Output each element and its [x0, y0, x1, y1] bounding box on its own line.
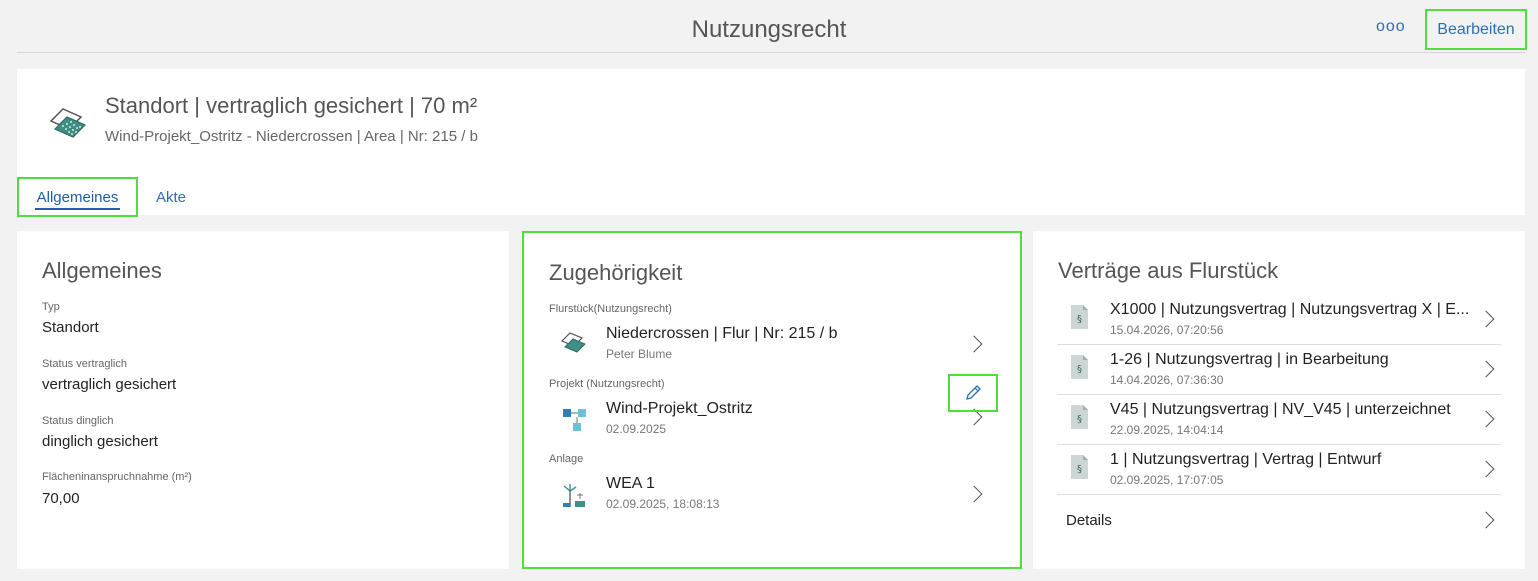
edit-relation-button[interactable]	[948, 374, 998, 412]
relation-title: Wind-Projekt_Ostritz	[606, 400, 753, 417]
details-label: Details	[1066, 512, 1112, 529]
chevron-right-icon	[1477, 360, 1495, 378]
contract-date: 22.09.2025, 14:04:14	[1110, 423, 1224, 437]
top-bar: Nutzungsrecht ooo Bearbeiten	[0, 0, 1538, 62]
page-title: Nutzungsrecht	[691, 16, 847, 43]
section-label-flurstueck: Flurstück(Nutzungsrecht)	[549, 303, 672, 315]
title-divider	[17, 52, 1525, 53]
svg-text:§: §	[1077, 314, 1082, 325]
contract-title: V45 | Nutzungsvertrag | NV_V45 | unterze…	[1110, 401, 1451, 418]
section-label-anlage: Anlage	[549, 453, 584, 465]
svg-text:§: §	[1077, 364, 1082, 375]
svg-text:§: §	[1077, 414, 1082, 425]
contract-date: 02.09.2025, 17:07:05	[1110, 473, 1224, 487]
contract-title: X1000 | Nutzungsvertrag | Nutzungsvertra…	[1110, 301, 1470, 318]
contract-row[interactable]: § X1000 | Nutzungsvertrag | Nutzungsvert…	[1057, 295, 1501, 345]
contract-row[interactable]: § 1 | Nutzungsvertrag | Vertrag | Entwur…	[1057, 445, 1501, 495]
relation-subtitle: 02.09.2025, 18:08:13	[606, 497, 720, 511]
contract-document-icon: §	[1071, 305, 1088, 329]
pencil-icon	[966, 385, 981, 400]
contract-document-icon: §	[1071, 405, 1088, 429]
chevron-right-icon	[1477, 511, 1495, 529]
project-icon	[563, 409, 586, 431]
edit-button[interactable]: Bearbeiten	[1425, 9, 1527, 50]
details-link[interactable]: Details	[1057, 495, 1501, 545]
contracts-heading: Verträge aus Flurstück	[1058, 258, 1279, 283]
field-value-area: 70,00	[42, 490, 80, 507]
chevron-right-icon	[1477, 460, 1495, 478]
tab-allgemeines[interactable]: Allgemeines	[17, 177, 138, 217]
contract-row[interactable]: § V45 | Nutzungsvertrag | NV_V45 | unter…	[1057, 395, 1501, 445]
contracts-card: Verträge aus Flurstück § X1000 | Nutzung…	[1033, 231, 1525, 569]
record-header: Standort | vertraglich gesichert | 70 m²…	[17, 69, 1525, 217]
general-heading: Allgemeines	[42, 258, 162, 283]
field-label-area: Flächeninanspruchnahme (m²)	[42, 471, 192, 483]
field-label-typ: Typ	[42, 301, 60, 313]
contract-document-icon: §	[1071, 455, 1088, 479]
parcel-icon	[561, 332, 586, 353]
chevron-right-icon	[965, 335, 983, 353]
relation-subtitle: Peter Blume	[606, 347, 673, 361]
contract-date: 14.04.2026, 07:36:30	[1110, 373, 1224, 387]
chevron-right-icon	[1477, 310, 1495, 328]
wind-turbine-icon	[563, 484, 585, 507]
field-value-status-vertraglich: vertraglich gesichert	[42, 376, 177, 393]
contract-document-icon: §	[1071, 355, 1088, 379]
more-options-button[interactable]: ooo	[1376, 18, 1406, 36]
relation-title: WEA 1	[606, 475, 655, 492]
membership-card: Zugehörigkeit Flurstück(Nutzungsrecht) N…	[522, 231, 1022, 569]
contract-title: 1 | Nutzungsvertrag | Vertrag | Entwurf	[1110, 451, 1382, 468]
membership-heading: Zugehörigkeit	[549, 260, 683, 285]
contract-date: 15.04.2026, 07:20:56	[1110, 323, 1224, 337]
record-title: Standort | vertraglich gesichert | 70 m²	[105, 93, 478, 118]
relation-row-flurstueck[interactable]: Niedercrossen | Flur | Nr: 215 / b Peter…	[549, 325, 999, 365]
parcel-icon	[49, 108, 87, 138]
field-value-status-dinglich: dinglich gesichert	[42, 433, 158, 450]
general-card: Allgemeines Typ Standort Status vertragl…	[17, 231, 509, 569]
record-subtitle: Wind-Projekt_Ostritz - Niedercrossen | A…	[105, 128, 478, 145]
field-label-status-vertraglich: Status vertraglich	[42, 358, 127, 370]
contract-title: 1-26 | Nutzungsvertrag | in Bearbeitung	[1110, 351, 1389, 368]
relation-subtitle: 02.09.2025	[606, 422, 667, 436]
relation-row-anlage[interactable]: WEA 1 02.09.2025, 18:08:13	[549, 475, 999, 515]
field-label-status-dinglich: Status dinglich	[42, 415, 114, 427]
svg-text:§: §	[1077, 464, 1082, 475]
chevron-right-icon	[1477, 410, 1495, 428]
relation-row-projekt[interactable]: Wind-Projekt_Ostritz 02.09.2025	[549, 400, 999, 440]
contract-row[interactable]: § 1-26 | Nutzungsvertrag | in Bearbeitun…	[1057, 345, 1501, 395]
tab-akte[interactable]: Akte	[151, 177, 191, 217]
field-value-typ: Standort	[42, 319, 99, 336]
section-label-projekt: Projekt (Nutzungsrecht)	[549, 378, 665, 390]
relation-title: Niedercrossen | Flur | Nr: 215 / b	[606, 325, 838, 342]
chevron-right-icon	[965, 485, 983, 503]
